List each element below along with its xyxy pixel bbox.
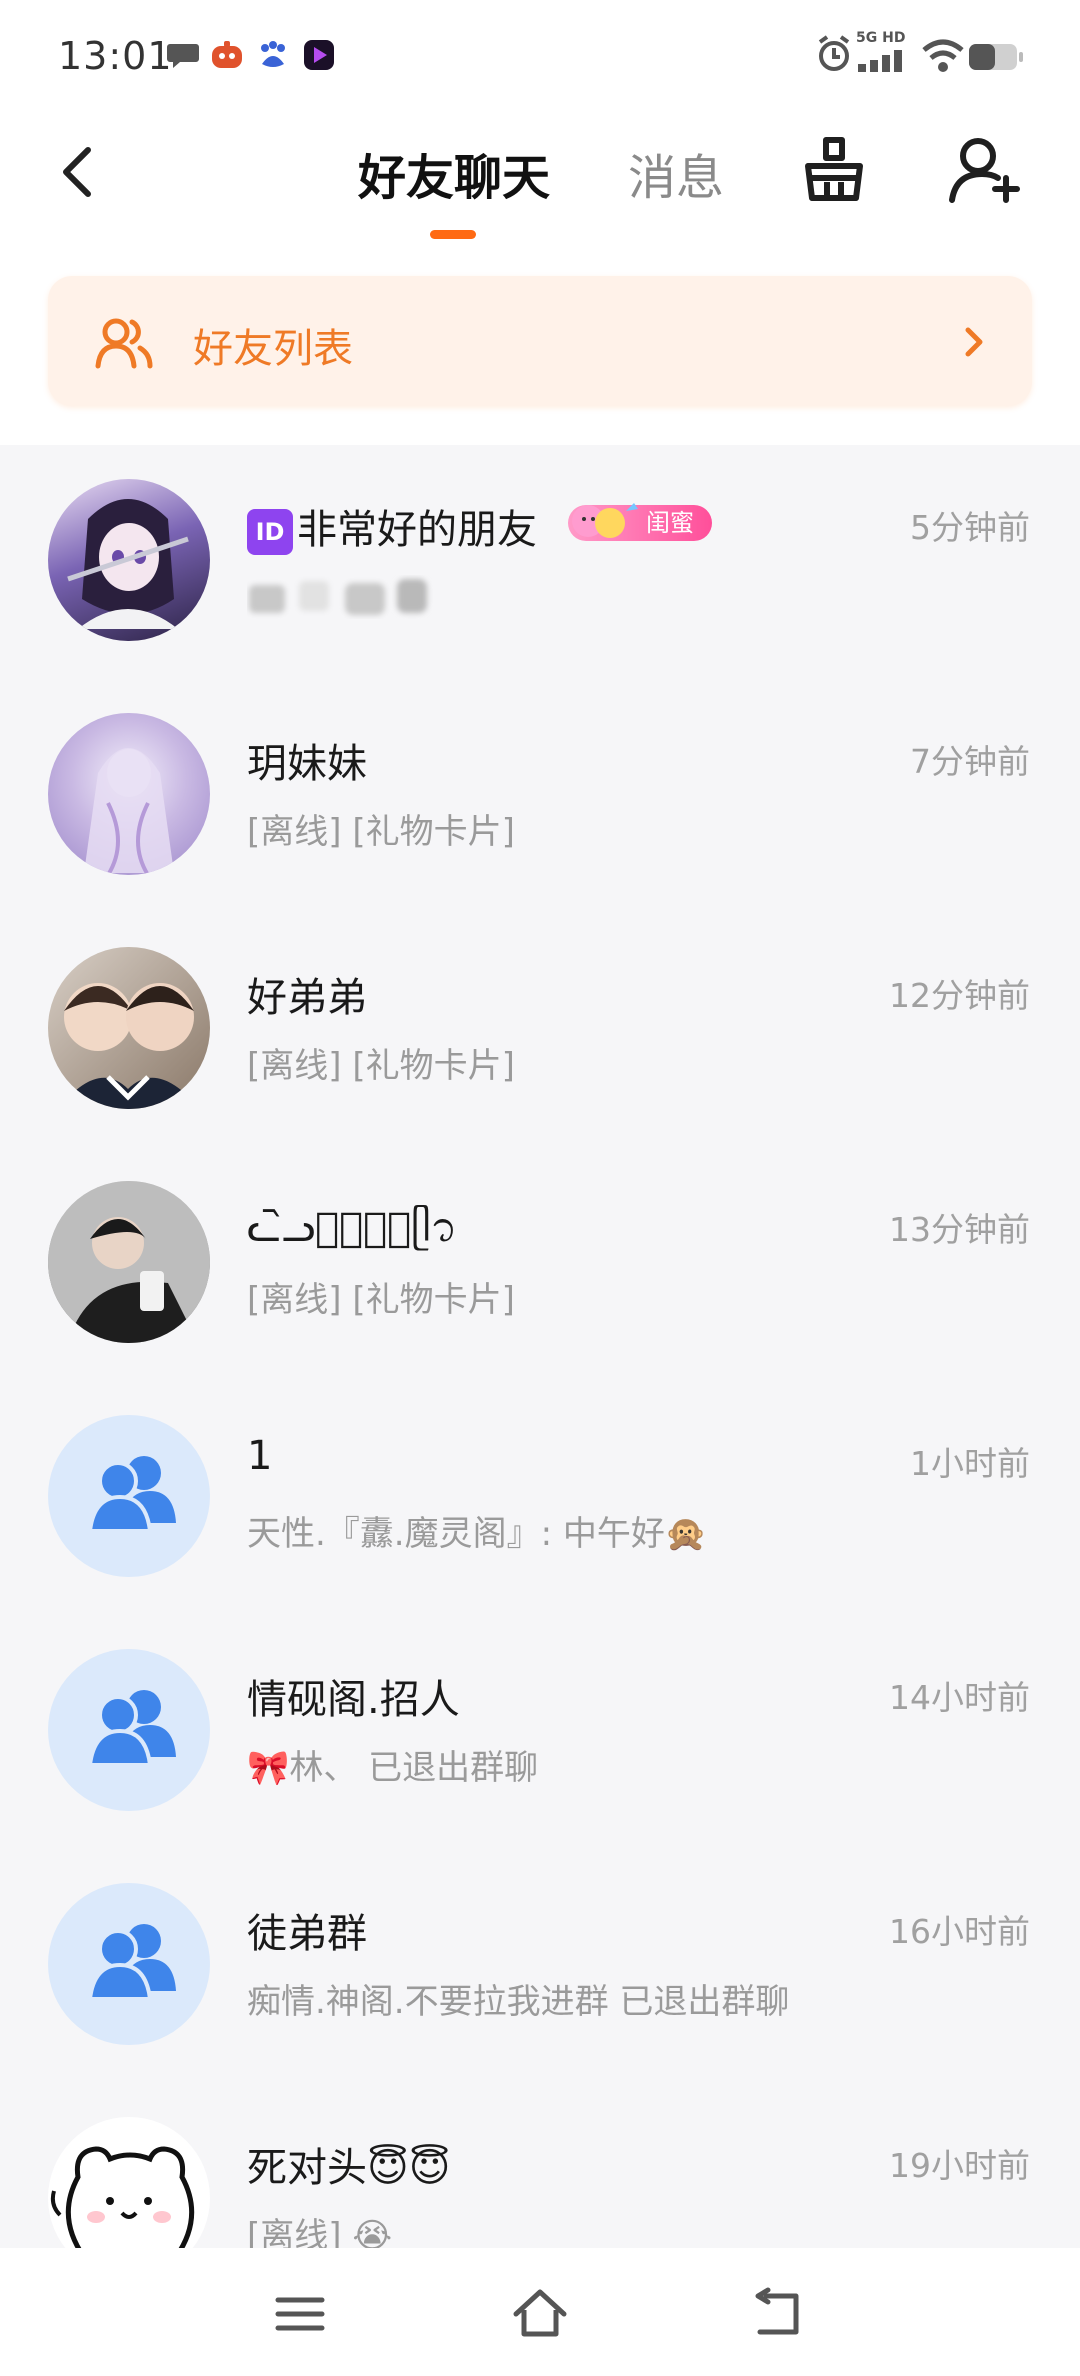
chat-time: 16小时前 [889, 1912, 1030, 1951]
header-area: 13:01 5G HD 好友聊天 消息 好友列表 [0, 0, 1080, 445]
chat-name: 好弟弟 [247, 975, 367, 1021]
group-avatar [48, 1649, 210, 1811]
chat-name: 死对头😇😇 [247, 2145, 451, 2191]
chat-preview: 🎀林、 已退出群聊 [247, 1748, 539, 1788]
chat-item[interactable]: 情砚阁.招人 🎀林、 已退出群聊 14小时前 [0, 1615, 1080, 1849]
network-label: 5G HD [856, 30, 906, 46]
chat-name: 徒弟群 [247, 1911, 367, 1957]
battery-icon [969, 44, 1023, 70]
chat-preview: [离线] [礼物卡片] [247, 812, 515, 852]
back-arrow-icon[interactable] [50, 142, 110, 202]
signal-strength-icon: 5G HD [856, 30, 918, 74]
group-avatar [48, 1415, 210, 1577]
baidu-notification-icon [261, 41, 285, 67]
menu-icon[interactable] [268, 2282, 332, 2346]
wifi-icon [922, 39, 964, 72]
cute-character-sticker-icon [572, 503, 638, 538]
chat-name-text: 非常好的朋友 [297, 507, 537, 553]
chat-item[interactable]: ID 非常好的朋友 闺蜜 5分钟前 [0, 445, 1080, 679]
chat-preview: [离线] [礼物卡片] [247, 1280, 515, 1320]
chat-preview: 天性.『纛.魔灵阁』: 中午好🙊 [247, 1514, 708, 1554]
avatar [48, 479, 210, 641]
video-app-notification-icon [304, 40, 334, 70]
chat-time: 13分钟前 [889, 1210, 1030, 1249]
tab-friends-chat[interactable]: 好友聊天 [358, 138, 550, 208]
photo-avatar-icon [58, 983, 200, 1109]
purple-illustration-avatar-icon [84, 748, 174, 875]
chat-name: 情砚阁.招人 [247, 1677, 460, 1723]
chevron-right-icon [965, 327, 983, 357]
id-badge: ID [247, 509, 293, 555]
blurred-preview-image [249, 579, 427, 615]
chat-item[interactable]: 好弟弟 [离线] [礼物卡片] 12分钟前 [0, 913, 1080, 1147]
chat-preview: [离线] [礼物卡片] [247, 1046, 515, 1086]
chat-time: 1小时前 [910, 1444, 1030, 1483]
add-friend-icon[interactable] [944, 130, 1024, 210]
clean-brush-icon[interactable] [794, 130, 874, 210]
group-avatar [48, 1883, 210, 2045]
friends-list-label: 好友列表 [193, 326, 353, 372]
group-people-icon [87, 1690, 176, 1767]
active-tab-indicator [430, 230, 476, 239]
chat-time: 5分钟前 [910, 508, 1030, 547]
chat-item[interactable]: 徒弟群 痴情.神阁.不要拉我进群 已退出群聊 16小时前 [0, 1849, 1080, 2083]
chat-name: ᓚ᷆ᓗ星ᷤ辰ᷤᥫ᭡ [247, 1205, 458, 1251]
friends-group-icon [95, 318, 153, 369]
home-icon[interactable] [508, 2282, 572, 2346]
chat-item[interactable]: ᓚ᷆ᓗ星ᷤ辰ᷤᥫ᭡ [离线] [礼物卡片] 13分钟前 [0, 1147, 1080, 1381]
status-bar: 13:01 5G HD [0, 0, 1080, 110]
alarm-icon [818, 35, 850, 71]
anime-character-avatar-icon [67, 499, 189, 629]
chat-preview: 痴情.神阁.不要拉我进群 已退出群聊 [247, 1982, 790, 2022]
system-navigation-bar [0, 2248, 1080, 2376]
back-icon[interactable] [748, 2282, 812, 2346]
group-people-icon [87, 1924, 176, 2001]
status-time: 13:01 [58, 34, 173, 78]
chat-name: 1 [247, 1433, 273, 1479]
friends-list-card[interactable]: 好友列表 [48, 276, 1032, 406]
chat-time: 14小时前 [889, 1678, 1030, 1717]
tab-messages[interactable]: 消息 [628, 138, 724, 208]
top-navigation: 好友聊天 消息 [0, 120, 1080, 250]
avatar [48, 1181, 210, 1343]
chat-item[interactable]: 1 天性.『纛.魔灵阁』: 中午好🙊 1小时前 [0, 1381, 1080, 1615]
avatar [48, 947, 210, 1109]
chat-time: 12分钟前 [889, 976, 1030, 1015]
dark-photo-avatar-icon [48, 1181, 210, 1343]
group-people-icon [87, 1456, 176, 1533]
chat-item[interactable]: 玥妹妹 [离线] [礼物卡片] 7分钟前 [0, 679, 1080, 913]
game-notification-icon [212, 41, 242, 68]
chat-time: 19小时前 [889, 2146, 1030, 2185]
chat-name: ID 非常好的朋友 [247, 497, 537, 555]
message-notification-icon [167, 44, 199, 68]
avatar [48, 713, 210, 875]
chat-name: 玥妹妹 [247, 741, 367, 787]
chat-time: 7分钟前 [910, 742, 1030, 781]
